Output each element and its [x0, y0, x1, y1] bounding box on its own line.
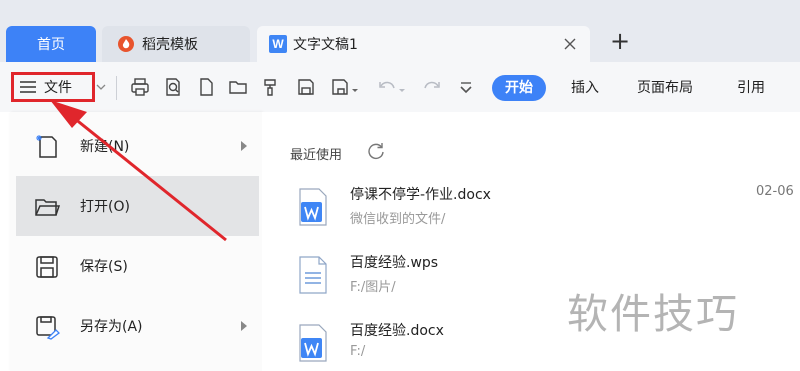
- new-tab-plus-icon[interactable]: +: [608, 29, 632, 54]
- more-dropdown-icon[interactable]: [456, 77, 476, 97]
- recent-files-title: 最近使用: [290, 148, 343, 163]
- menu-item-new[interactable]: 新建(N): [16, 116, 259, 176]
- menu-item-save-as[interactable]: 另存为(A): [16, 296, 259, 356]
- save-icon[interactable]: [296, 77, 316, 97]
- recent-file-name: 百度经验.wps: [350, 255, 439, 271]
- format-painter-icon[interactable]: [261, 77, 281, 97]
- ribbon-tab-references[interactable]: 引用: [737, 75, 765, 101]
- menu-item-new-label: 新建(N): [80, 139, 130, 155]
- tab-docer-templates[interactable]: 稻壳模板: [102, 26, 250, 62]
- chevron-right-icon: [241, 321, 247, 331]
- close-icon[interactable]: [562, 36, 578, 52]
- save-as-icon: [36, 316, 60, 340]
- folder-open-icon: [35, 199, 60, 216]
- toolbar-divider: [116, 76, 117, 100]
- docer-logo-icon: [118, 36, 134, 52]
- toolbar: 文件 开始 插入 页面布局 引用: [0, 62, 800, 112]
- menu-item-save-as-label: 另存为(A): [80, 319, 143, 335]
- chevron-down-icon[interactable]: [96, 82, 106, 92]
- refresh-icon[interactable]: [366, 141, 386, 161]
- tab-home[interactable]: 首页: [6, 26, 96, 62]
- writer-doc-icon: W: [269, 35, 287, 53]
- file-menu-button[interactable]: 文件: [11, 72, 95, 102]
- new-document-icon[interactable]: [196, 77, 216, 97]
- hamburger-icon: [20, 81, 36, 93]
- recent-file-name: 停课不停学-作业.docx: [350, 187, 491, 203]
- ribbon-tab-insert[interactable]: 插入: [571, 75, 599, 101]
- tab-bar: 首页 稻壳模板 W 文字文稿1 +: [0, 0, 800, 62]
- save-icon: [36, 256, 58, 278]
- save-as-dropdown-icon[interactable]: [330, 77, 360, 97]
- ribbon-tab-page-layout[interactable]: 页面布局: [637, 75, 693, 101]
- file-menu-label: 文件: [44, 80, 72, 96]
- open-folder-icon[interactable]: [228, 77, 248, 97]
- watermark-text: 软件技巧: [567, 290, 739, 338]
- tab-home-label: 首页: [37, 37, 65, 53]
- menu-item-save[interactable]: 保存(S): [16, 236, 259, 296]
- menu-item-open-label: 打开(O): [80, 199, 130, 215]
- recent-file-path: 微信收到的文件/: [350, 212, 446, 227]
- recent-file-path: F:/图片/: [350, 280, 396, 295]
- recent-file-path: F:/: [350, 344, 366, 359]
- chevron-right-icon: [241, 141, 247, 151]
- wps-window: 首页 稻壳模板 W 文字文稿1 + 文件 开始 插入 页面布局 引用 新建(N)…: [0, 0, 800, 371]
- tab-docer-label: 稻壳模板: [142, 37, 198, 53]
- docx-file-icon: [299, 324, 327, 362]
- recent-file-date: 02-06: [756, 184, 794, 199]
- print-icon[interactable]: [130, 77, 150, 97]
- print-preview-icon[interactable]: [163, 77, 183, 97]
- file-menu-panel: 新建(N) 打开(O) 保存(S) 另存为(A): [10, 112, 262, 371]
- redo-icon[interactable]: [422, 77, 442, 97]
- recent-file-row[interactable]: 停课不停学-作业.docx 微信收到的文件/ 02-06: [298, 182, 798, 242]
- tab-document-label: 文字文稿1: [293, 37, 358, 53]
- new-file-icon: [36, 135, 57, 158]
- wps-file-icon: [299, 256, 327, 294]
- tab-document[interactable]: W 文字文稿1: [257, 26, 590, 62]
- docx-file-icon: [299, 188, 327, 226]
- ribbon-tab-home[interactable]: 开始: [492, 75, 546, 101]
- recent-file-name: 百度经验.docx: [350, 323, 444, 339]
- menu-item-save-label: 保存(S): [80, 259, 128, 275]
- menu-item-open[interactable]: 打开(O): [16, 176, 259, 236]
- undo-icon[interactable]: [377, 77, 407, 97]
